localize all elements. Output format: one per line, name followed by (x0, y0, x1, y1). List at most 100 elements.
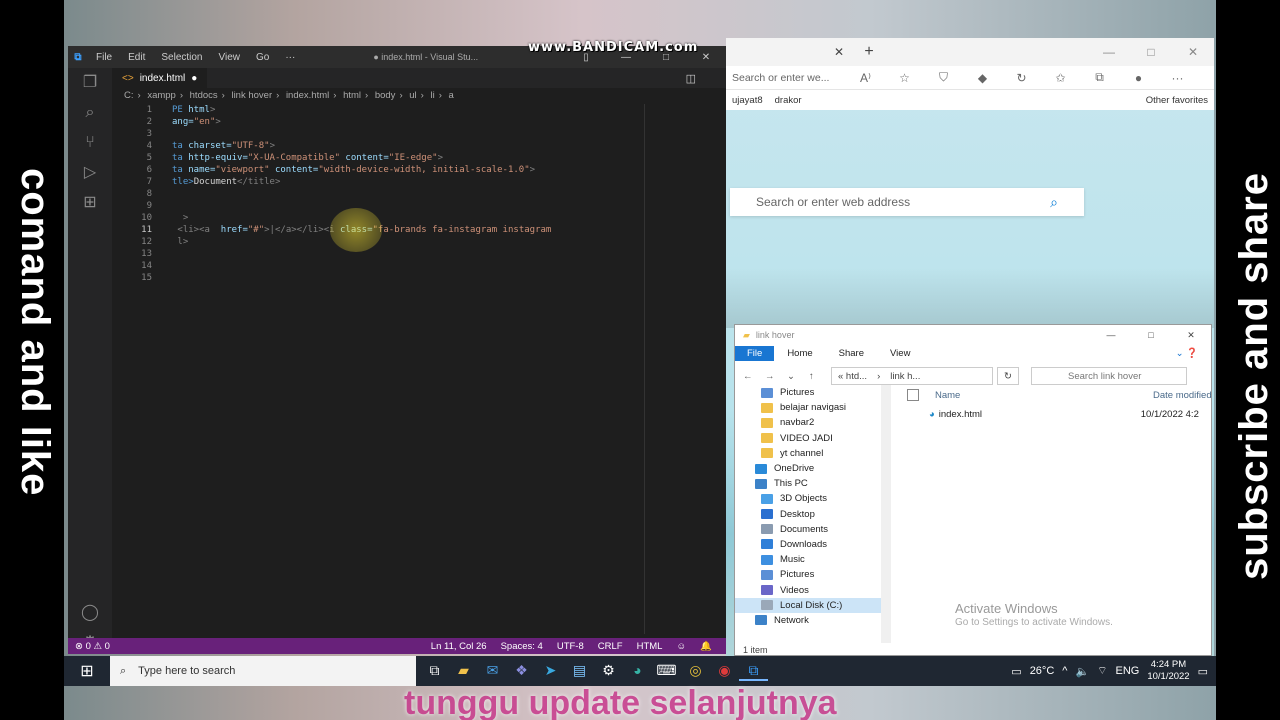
tab-index-html[interactable]: <> index.html ● (112, 68, 208, 88)
breadcrumb-segment[interactable]: li (430, 90, 434, 101)
extension-fox-icon[interactable]: ◆ (963, 71, 1002, 85)
nav-item[interactable]: Local Disk (C:) (735, 597, 891, 613)
code-line[interactable]: 7 tle>Document</title> (112, 176, 682, 188)
menu-edit[interactable]: Edit (120, 52, 153, 63)
maximize-icon[interactable]: □ (1131, 330, 1171, 341)
menu-go[interactable]: Go (248, 52, 277, 63)
settings-icon[interactable]: ⚙ (594, 662, 623, 681)
address-path[interactable]: « htd... › link h... (831, 367, 993, 385)
nav-item[interactable]: OneDrive (735, 461, 891, 476)
volume-icon[interactable]: 🔈 (1075, 665, 1089, 678)
column-date[interactable]: Date modified (1153, 390, 1212, 401)
forward-arrow-icon[interactable]: → (765, 371, 787, 382)
ribbon-file[interactable]: File (735, 345, 775, 361)
ribbon-home[interactable]: Home (774, 348, 825, 359)
breadcrumb-segment[interactable]: link hover (231, 90, 272, 101)
nav-item[interactable]: Network (735, 613, 891, 628)
taskbar-search[interactable]: ⌕ Type here to search (110, 656, 416, 686)
code-line[interactable]: 4 ta charset="UTF-8"> (112, 140, 682, 152)
code-line[interactable]: 11 <li><a href="#">|</a></li><i class="f… (112, 224, 682, 236)
breadcrumb-segment[interactable]: ul (409, 90, 416, 101)
shield-icon[interactable]: ⛉ (924, 70, 963, 85)
help-icon[interactable]: ⌄ ❓ (1163, 348, 1211, 359)
refresh-extension-icon[interactable]: ↻ (1002, 71, 1041, 85)
mail-icon[interactable]: ✉ (478, 662, 507, 681)
search-icon[interactable]: ⌕ (1050, 194, 1058, 211)
new-tab-search[interactable]: Search or enter web address ⌕ (730, 188, 1084, 216)
close-icon[interactable]: ✕ (1172, 45, 1214, 59)
code-line[interactable]: 6 ta name="viewport" content="width-devic… (112, 164, 682, 176)
collections-icon[interactable]: ⧉ (1080, 70, 1119, 85)
code-line[interactable]: 10 > (112, 212, 682, 224)
language-mode[interactable]: HTML (630, 641, 670, 652)
menu-view[interactable]: View (211, 52, 249, 63)
clock[interactable]: 4:24 PM 10/1/2022 (1147, 659, 1189, 683)
split-editor-icon[interactable]: ◫ (686, 72, 726, 85)
up-arrow-icon[interactable]: ↑ (809, 371, 831, 382)
vscode-icon[interactable]: ⧉ (739, 662, 768, 681)
nav-item[interactable]: navbar2 (735, 415, 891, 430)
nav-item[interactable]: belajar navigasi (735, 400, 891, 415)
breadcrumb-segment[interactable]: html (343, 90, 361, 101)
profile-avatar-icon[interactable]: ● (1119, 71, 1158, 85)
code-editor[interactable]: 1 PE html> 2 ang="en"> 3 4 ta charset="UTF-8">… (112, 104, 682, 634)
account-icon[interactable]: ◯ (68, 598, 112, 628)
breadcrumb-segment[interactable]: htdocs (190, 90, 218, 101)
file-explorer-icon[interactable]: ▰ (449, 662, 478, 681)
favorites-icon[interactable]: ✩ (1041, 71, 1080, 85)
nav-item[interactable]: Desktop (735, 507, 891, 522)
start-windows-icon[interactable]: ⊞ (64, 661, 110, 681)
nav-item[interactable]: 3D Objects (735, 491, 891, 506)
extensions-icon[interactable]: ⊞ (68, 188, 112, 218)
breadcrumb-segment[interactable]: C: (124, 90, 134, 101)
edge-icon[interactable]: ◕ (623, 662, 652, 681)
other-favorites[interactable]: Other favorites (1140, 95, 1214, 106)
nav-item[interactable]: Downloads (735, 537, 891, 552)
breadcrumb-segment[interactable]: body (375, 90, 396, 101)
favorite-item[interactable]: drakor (769, 95, 808, 106)
breadcrumb-segment[interactable]: xampp (147, 90, 176, 101)
notification-center-icon[interactable]: ▭ (1198, 665, 1208, 678)
search-icon[interactable]: ⌕ (68, 98, 112, 128)
path-segment[interactable]: « htd... (838, 371, 867, 382)
nav-item[interactable]: Music (735, 552, 891, 567)
code-line[interactable]: 1 PE html> (112, 104, 682, 116)
menu-selection[interactable]: Selection (153, 52, 210, 63)
nav-pane-scrollbar[interactable] (881, 385, 891, 643)
nav-item[interactable]: VIDEO JADI (735, 431, 891, 446)
nav-item[interactable]: Pictures (735, 385, 891, 400)
source-control-icon[interactable]: ⑂ (68, 128, 112, 158)
read-aloud-icon[interactable]: A⁾ (846, 71, 885, 85)
minimize-icon[interactable]: — (1088, 45, 1130, 59)
ribbon-share[interactable]: Share (826, 348, 877, 359)
breadcrumb-segment[interactable]: a (449, 90, 454, 101)
close-icon[interactable]: ✕ (1171, 330, 1211, 341)
show-hidden-icons-icon[interactable]: ^ (1062, 665, 1067, 677)
encoding[interactable]: UTF-8 (550, 641, 591, 652)
code-line[interactable]: 12 l> (112, 236, 682, 248)
notifications-bell-icon[interactable]: 🔔 (693, 641, 719, 652)
file-row[interactable]: ◕ index.html 10/1/2022 4:2 (899, 405, 1213, 423)
ribbon-view[interactable]: View (877, 348, 923, 359)
weather-icon[interactable]: ▭ (1011, 665, 1021, 678)
explorer-icon[interactable]: ❐ (68, 68, 112, 98)
teams-icon[interactable]: ❖ (507, 662, 536, 681)
code-line[interactable]: 3 (112, 128, 682, 140)
add-favorite-icon[interactable]: ☆ (885, 71, 924, 85)
code-line[interactable]: 9 (112, 200, 682, 212)
code-line[interactable]: 14 (112, 260, 682, 272)
code-line[interactable]: 8 (112, 188, 682, 200)
menu-more[interactable]: ··· (277, 52, 303, 63)
wifi-icon[interactable]: ⌔ (1097, 664, 1107, 678)
maximize-icon[interactable]: □ (1130, 45, 1172, 59)
nav-item[interactable]: Pictures (735, 567, 891, 582)
nav-item[interactable]: This PC (735, 476, 891, 491)
minimap[interactable] (644, 104, 726, 634)
cursor-position[interactable]: Ln 11, Col 26 (424, 641, 494, 652)
unsaved-dot-icon[interactable]: ● (191, 73, 197, 84)
feedback-icon[interactable]: ☺ (669, 641, 693, 652)
end-of-line[interactable]: CRLF (591, 641, 630, 652)
refresh-icon[interactable]: ↻ (997, 367, 1019, 385)
favorite-item[interactable]: ujayat8 (726, 95, 769, 106)
problems-status[interactable]: ⊗ 0 ⚠ 0 (68, 641, 117, 652)
